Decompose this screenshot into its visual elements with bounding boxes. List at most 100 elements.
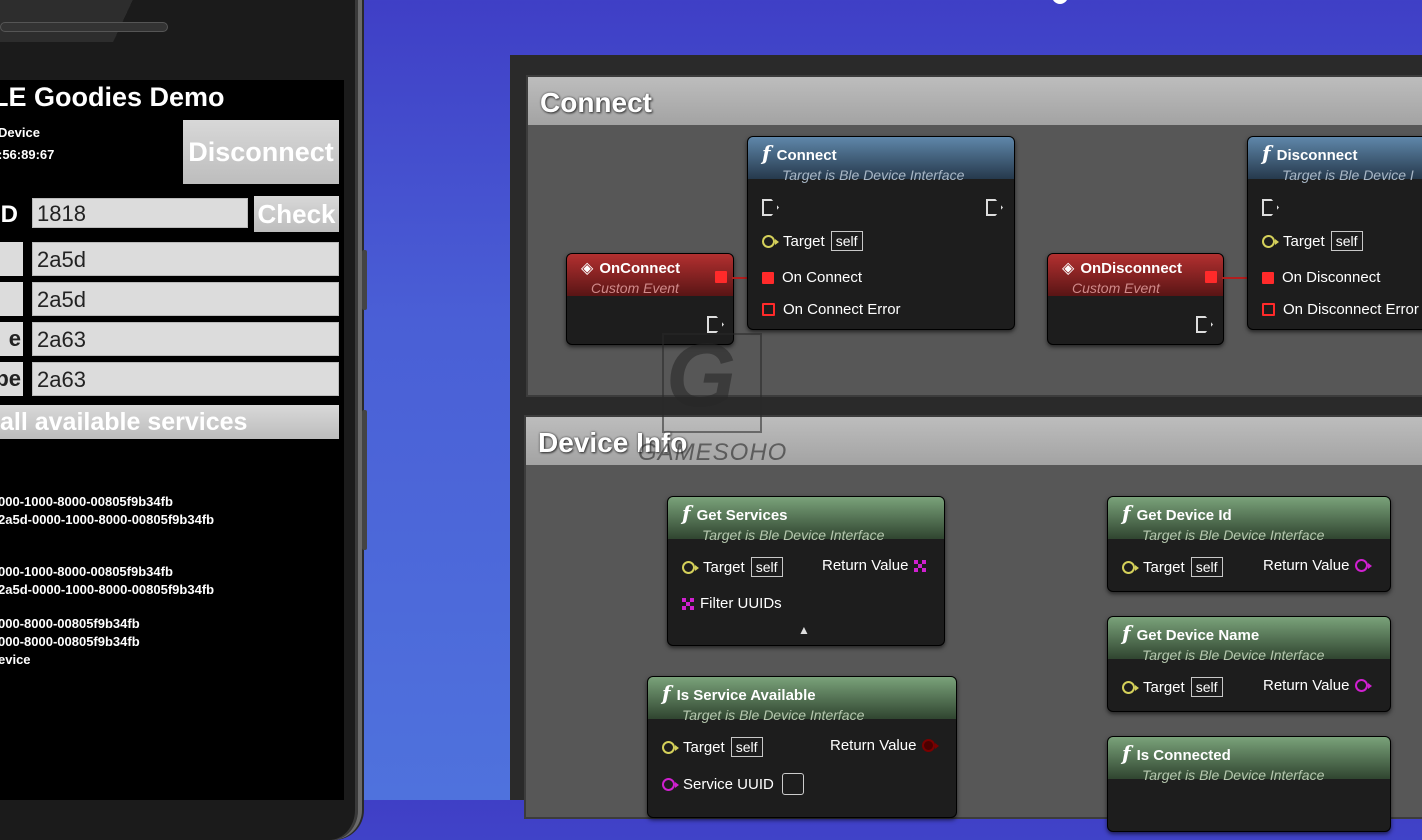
node-title: Disconnect	[1276, 147, 1358, 164]
exec-in-pin-icon[interactable]	[762, 199, 779, 216]
pin-label: Target	[1283, 232, 1325, 250]
function-node-disconnect[interactable]: f Disconnect Target is Ble Device I Targe…	[1247, 136, 1422, 330]
exec-out-pin-icon[interactable]	[986, 199, 1003, 216]
return-pin-row[interactable]: Return Value	[830, 737, 940, 754]
expand-arrow-icon[interactable]: ▲	[798, 623, 810, 637]
pin-label: Filter UUIDs	[700, 595, 782, 612]
phone-side-button[interactable]	[362, 410, 367, 550]
delegate-pin-row[interactable]: On Disconnect	[1262, 269, 1380, 286]
exec-out-pin-icon[interactable]	[1196, 316, 1213, 333]
return-pin-row[interactable]: Return Value	[1263, 557, 1373, 574]
function-icon: f	[1122, 621, 1131, 645]
function-node-is-service-available[interactable]: f Is Service Available Target is Ble Devi…	[647, 676, 957, 818]
log-line: 000-1000-8000-00805f9b34fb	[0, 564, 173, 579]
node-title: Get Device Id	[1136, 507, 1232, 524]
service-uuid-input[interactable]	[781, 773, 804, 795]
delegate-pin-icon	[762, 271, 774, 284]
phone-side-button[interactable]	[362, 250, 367, 310]
delegate-pin-icon	[1262, 271, 1274, 284]
target-pin-row[interactable]: Target self	[762, 231, 863, 251]
target-pin-row[interactable]: Target self	[682, 557, 783, 577]
target-pin-row[interactable]: Target self	[1262, 231, 1363, 251]
node-header: ◈ OnDisconnect Custom Event	[1048, 254, 1223, 296]
exec-in-pin-icon[interactable]	[1262, 199, 1279, 216]
function-icon: f	[762, 141, 771, 165]
uuid-label: ID	[0, 201, 18, 228]
self-value: self	[730, 737, 763, 757]
app-title: LE Goodies Demo	[0, 82, 225, 112]
log-line: 2a5d-0000-1000-8000-00805f9b34fb	[0, 512, 215, 527]
characteristic-field[interactable]: 2a5d	[32, 282, 339, 316]
event-wire	[732, 277, 748, 279]
function-node-connect[interactable]: f Connect Target is Ble Device Interface …	[747, 136, 1015, 330]
delegate-pin-row[interactable]: On Connect	[762, 269, 862, 286]
disconnect-button[interactable]: Disconnect	[183, 120, 339, 184]
characteristic-field[interactable]: 2a5d	[32, 242, 339, 276]
self-value: self	[830, 231, 863, 251]
service-uuid-pin-row[interactable]: Service UUID	[662, 773, 804, 795]
uuid-input[interactable]: 1818	[32, 198, 248, 228]
node-title: Is Connected	[1136, 747, 1231, 764]
pin-label: On Connect	[782, 269, 863, 286]
pin-label: Return Value	[1263, 557, 1350, 574]
return-pin-row[interactable]: Return Value	[1263, 677, 1373, 694]
delegate-pin-row[interactable]: On Connect Error	[762, 301, 901, 318]
node-header: ◈ OnConnect Custom Event	[567, 254, 733, 296]
log-line: 000-8000-00805f9b34fb	[0, 634, 140, 649]
node-header: f Disconnect Target is Ble Device I	[1248, 137, 1422, 183]
node-title: Get Device Name	[1136, 627, 1260, 644]
node-title: OnDisconnect	[1080, 260, 1182, 277]
characteristic-button[interactable]: e	[0, 322, 23, 356]
node-subtitle: Target is Ble Device Interface	[1142, 767, 1325, 783]
pin-label: On Disconnect	[1282, 269, 1381, 286]
delegate-pin-icon	[1262, 303, 1275, 316]
characteristic-button[interactable]	[0, 282, 23, 316]
object-pin-icon	[762, 234, 779, 248]
characteristic-field[interactable]: 2a63	[32, 322, 339, 356]
logo-fragment	[1052, 0, 1068, 4]
node-header: f Connect Target is Ble Device Interface	[748, 137, 1014, 183]
blueprint-graph[interactable]: Connect Device Info ◈ OnConnect Custom Ev…	[510, 55, 1422, 832]
function-icon: f	[682, 501, 691, 525]
node-subtitle: Target is Ble Device I	[1282, 167, 1414, 183]
event-node-ondisconnect[interactable]: ◈ OnDisconnect Custom Event	[1047, 253, 1224, 345]
characteristic-button[interactable]	[0, 242, 23, 276]
node-title: Is Service Available	[676, 687, 816, 704]
delegate-pin-icon	[762, 303, 775, 316]
return-pin-row[interactable]: Return Value	[822, 557, 927, 574]
log-line: 000-8000-00805f9b34fb	[0, 616, 140, 631]
function-node-get-services[interactable]: f Get Services Target is Ble Device Inter…	[667, 496, 945, 646]
filter-pin-row[interactable]: Filter UUIDs	[682, 595, 782, 612]
target-pin-row[interactable]: Target self	[1122, 677, 1223, 697]
all-services-button[interactable]: all available services	[0, 405, 339, 439]
function-node-is-connected[interactable]: f Is Connected Target is Ble Device Inter…	[1107, 736, 1391, 832]
pin-label: Target	[703, 558, 745, 576]
string-pin-icon	[1355, 559, 1373, 572]
node-header: f Is Connected Target is Ble Device Inter…	[1108, 737, 1390, 783]
watermark-letter: G	[666, 326, 737, 426]
function-node-get-device-name[interactable]: f Get Device Name Target is Ble Device In…	[1107, 616, 1391, 712]
characteristic-field[interactable]: 2a63	[32, 362, 339, 396]
node-header: f Get Services Target is Ble Device Inter…	[668, 497, 944, 543]
check-button[interactable]: Check	[254, 196, 339, 232]
function-icon: f	[1262, 141, 1271, 165]
watermark-text: GAMESOHO	[638, 439, 788, 466]
event-delegate-pin[interactable]	[1205, 271, 1217, 283]
pin-label: Return Value	[822, 557, 909, 574]
object-pin-icon	[1122, 560, 1139, 574]
device-label: Device	[0, 125, 40, 140]
node-header: f Get Device Name Target is Ble Device In…	[1108, 617, 1390, 663]
delegate-pin-row[interactable]: On Disconnect Error	[1262, 301, 1419, 318]
phone-speaker	[0, 22, 168, 32]
target-pin-row[interactable]: Target self	[662, 737, 763, 757]
target-pin-row[interactable]: Target self	[1122, 557, 1223, 577]
node-subtitle: Custom Event	[1072, 280, 1160, 296]
self-value: self	[1190, 677, 1223, 697]
node-subtitle: Target is Ble Device Interface	[702, 527, 885, 543]
function-icon: f	[662, 681, 671, 705]
characteristic-button[interactable]: be	[0, 362, 23, 396]
bool-pin-icon	[922, 739, 940, 752]
event-delegate-pin[interactable]	[715, 271, 727, 283]
function-node-get-device-id[interactable]: f Get Device Id Target is Ble Device Inte…	[1107, 496, 1391, 592]
log-line: evice	[0, 652, 31, 667]
